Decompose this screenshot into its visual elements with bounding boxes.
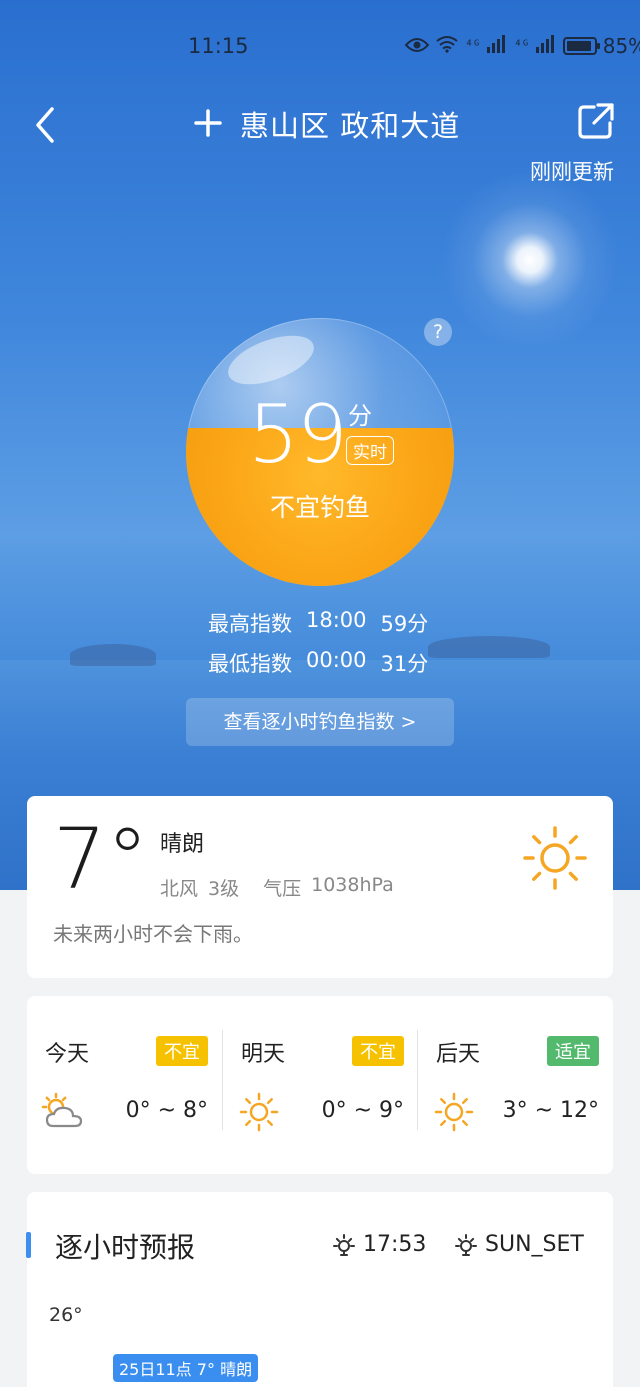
hourly-fishing-index-button[interactable]: 查看逐小时钓鱼指数 > <box>186 698 454 746</box>
hourly-max-temp: 26° <box>49 1304 83 1326</box>
current-condition: 晴朗 <box>160 832 205 857</box>
battery-percent: 85% <box>602 34 640 58</box>
max-index-row: 最高指数 18:00 59分 <box>208 608 428 638</box>
sun-glow <box>440 170 620 350</box>
day-forecast-day-after[interactable]: 后天 适宜 3° ~ 12° <box>418 996 613 1174</box>
sunrise-info: 17:53 <box>331 1232 426 1257</box>
fishing-score: 59 <box>248 388 348 481</box>
fishing-score-unit: 分 <box>348 402 372 430</box>
realtime-badge: 实时 <box>346 436 394 465</box>
add-location-button[interactable] <box>190 101 226 141</box>
fishing-verdict: 不宜钓鱼 <box>269 493 370 522</box>
sunset-icon <box>455 1233 477 1256</box>
sunrise-icon <box>333 1233 355 1256</box>
signal-icon <box>535 34 557 58</box>
max-index-time: 18:00 <box>306 608 367 632</box>
current-details: 北风 3级 气压 1038hPa <box>160 874 394 901</box>
three-day-forecast-card: 今天 不宜 0° ~ 8° 明天 不宜 0° ~ 9° 后天 适宜 3° ~ 1… <box>27 996 613 1174</box>
status-time: 11:15 <box>188 34 249 58</box>
wind-level: 3级 <box>208 878 240 900</box>
signal-label-1: ⁴ᴳ <box>465 38 481 54</box>
sunrise-time: 17:53 <box>363 1232 427 1257</box>
share-button[interactable] <box>574 99 618 143</box>
current-temp: 7° <box>53 810 149 908</box>
signal-icon <box>486 34 508 58</box>
eye-icon <box>404 34 430 58</box>
hourly-forecast-title: 逐小时预报 <box>55 1231 196 1264</box>
hourly-forecast-card: 逐小时预报 17:53 SUN_SET 26° 25日11点 7° 晴朗 <box>26 1192 613 1387</box>
chevron-left-icon <box>36 107 54 143</box>
partly-cloudy-icon <box>41 1092 85 1132</box>
fishing-suitability-badge: 不宜 <box>352 1036 404 1066</box>
help-button[interactable]: ? <box>424 318 452 346</box>
wifi-icon <box>435 34 459 58</box>
update-status: 刚刚更新 <box>530 160 614 184</box>
status-bar: 11:15 ⁴ᴳ ⁴ᴳ 85% <box>0 30 640 64</box>
pressure-label: 气压 <box>263 878 302 900</box>
day-name: 明天 <box>241 1042 286 1067</box>
temp-range: 0° ~ 8° <box>125 1098 208 1123</box>
sun-icon <box>521 824 589 892</box>
day-forecast-today[interactable]: 今天 不宜 0° ~ 8° <box>27 996 222 1174</box>
plus-icon <box>194 109 222 137</box>
temp-range: 3° ~ 12° <box>502 1098 599 1123</box>
max-index-value: 59分 <box>380 612 429 636</box>
min-index-label: 最低指数 <box>208 652 292 676</box>
island-left <box>70 644 156 666</box>
status-icons: ⁴ᴳ ⁴ᴳ 85% <box>404 34 640 58</box>
island-right <box>428 636 550 658</box>
day-forecast-tomorrow[interactable]: 明天 不宜 0° ~ 9° <box>223 996 418 1174</box>
hourly-selected-chip[interactable]: 25日11点 7° 晴朗 <box>113 1354 259 1382</box>
fishing-suitability-badge: 适宜 <box>547 1036 599 1066</box>
battery-icon <box>562 37 600 55</box>
sun-icon <box>432 1092 476 1132</box>
sun-icon <box>237 1092 281 1132</box>
signal-label-2: ⁴ᴳ <box>513 38 530 54</box>
share-icon <box>578 103 614 139</box>
location-title[interactable]: 惠山区 政和大道 <box>240 103 460 145</box>
min-index-row: 最低指数 00:00 31分 <box>208 648 428 678</box>
pressure-value: 1038hPa <box>311 874 394 896</box>
top-bar: 惠山区 政和大道 <box>0 95 640 151</box>
back-button[interactable] <box>26 99 66 147</box>
current-weather-card[interactable]: 7° 晴朗 北风 3级 气压 1038hPa 未来两小时不会下雨。 <box>27 796 613 978</box>
min-index-value: 31分 <box>380 652 429 676</box>
rain-forecast-note: 未来两小时不会下雨。 <box>53 922 253 946</box>
day-name: 今天 <box>45 1042 90 1067</box>
min-index-time: 00:00 <box>306 648 367 672</box>
section-accent-bar <box>26 1232 31 1258</box>
wind-direction: 北风 <box>160 878 199 900</box>
day-name: 后天 <box>436 1042 481 1067</box>
sunset-label: SUN_SET <box>485 1232 584 1257</box>
temp-range: 0° ~ 9° <box>321 1098 404 1123</box>
max-index-label: 最高指数 <box>208 612 292 636</box>
sunset-info: SUN_SET <box>453 1232 584 1257</box>
fishing-suitability-badge: 不宜 <box>156 1036 208 1066</box>
